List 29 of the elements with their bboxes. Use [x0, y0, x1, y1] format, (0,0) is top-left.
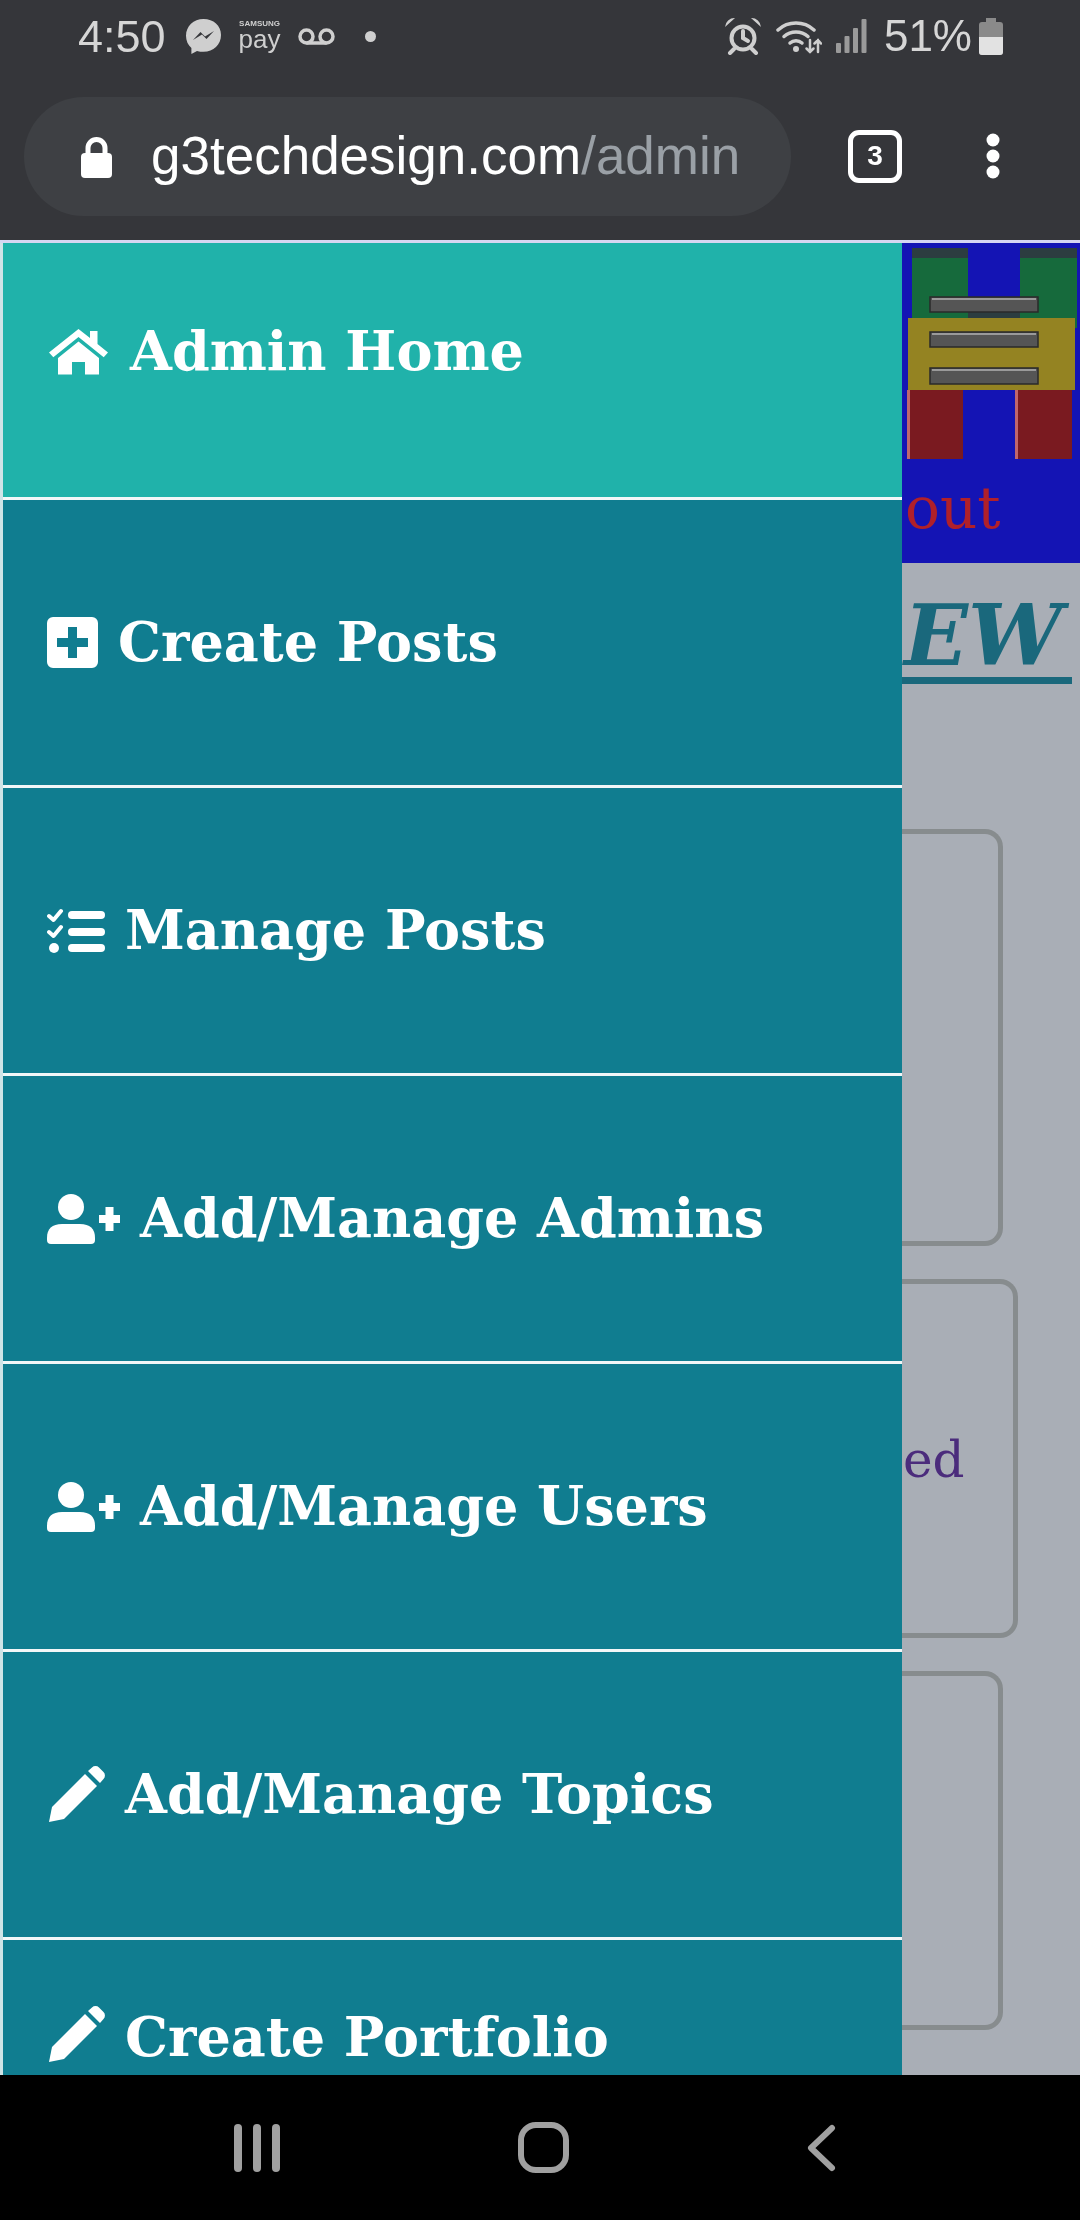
brand-label: SAMSUNG: [239, 20, 280, 29]
house-icon: [47, 326, 110, 376]
battery-percentage: 51%: [883, 14, 972, 58]
card-text: ed: [902, 1435, 965, 1485]
pencil-icon: [47, 2006, 105, 2064]
notification-dot-icon: [364, 30, 376, 42]
address-bar[interactable]: g3techdesign.com/admin: [24, 96, 791, 216]
voicemail-icon: [297, 27, 335, 45]
more-options-button[interactable]: [986, 133, 1000, 179]
recent-apps-icon: [234, 2123, 280, 2172]
pencil-icon: [47, 1765, 105, 1824]
home-square-icon: [518, 2122, 569, 2173]
add-user-icon: [47, 1481, 120, 1532]
menu-item[interactable]: Admin Home: [3, 243, 902, 500]
more-options-icon: [986, 133, 1000, 179]
pay-label: pay: [238, 28, 281, 52]
checklist-icon: [47, 907, 105, 954]
back-chevron-icon: [807, 2123, 836, 2172]
wifi-icon: [775, 18, 822, 54]
page-heading: EW: [902, 595, 1073, 684]
messenger-icon: [184, 17, 222, 55]
alarm-clock-icon: [723, 17, 762, 55]
signal-bars-icon: [835, 19, 867, 53]
add-user-icon: [47, 1193, 120, 1244]
url-text: g3techdesign.com/admin: [151, 125, 741, 188]
lock-icon: [81, 134, 112, 178]
clock-time: 4:50: [78, 13, 166, 59]
battery-icon: [979, 17, 1003, 55]
tab-switcher-button[interactable]: 3: [848, 129, 902, 183]
